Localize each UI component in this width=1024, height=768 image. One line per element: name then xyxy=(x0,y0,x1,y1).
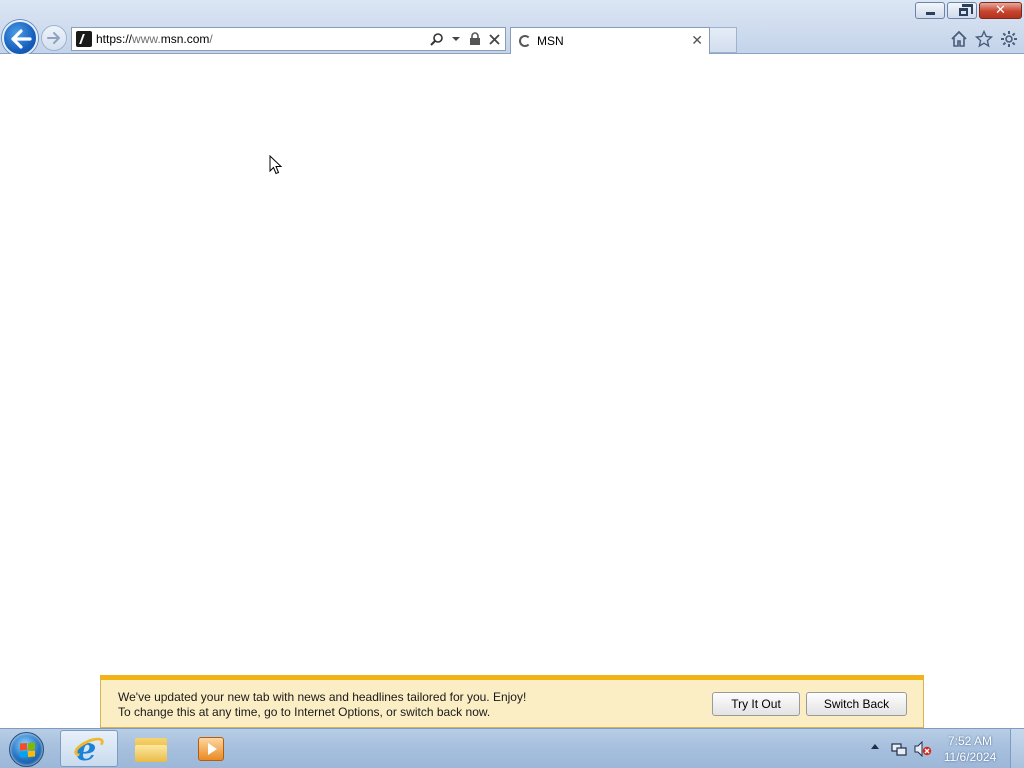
tab-msn[interactable]: MSN ✕ xyxy=(510,27,710,54)
stop-icon[interactable] xyxy=(487,31,501,47)
browser-chrome: ✕ https://www.msn.com/ MSN ✕ xyxy=(0,0,1024,56)
new-tab-button[interactable] xyxy=(710,27,737,53)
system-clock[interactable]: 7:52 AM 11/6/2024 xyxy=(940,733,1000,765)
back-arrow-icon xyxy=(11,29,32,49)
notification-line-1: We've updated your new tab with news and… xyxy=(118,690,527,704)
close-icon: ✕ xyxy=(995,3,1006,18)
taskbar-media-player[interactable] xyxy=(182,730,240,767)
address-url[interactable]: https://www.msn.com/ xyxy=(96,32,213,46)
internet-explorer-icon: e xyxy=(71,730,107,768)
minimize-icon xyxy=(925,12,935,15)
settings-gear-icon[interactable] xyxy=(999,29,1018,48)
new-tab-notification-bar: We've updated your new tab with news and… xyxy=(100,675,924,728)
notification-line-2: To change this at any time, go to Intern… xyxy=(118,705,491,719)
url-host: msn.com xyxy=(160,32,210,46)
address-bar[interactable]: https://www.msn.com/ xyxy=(71,27,506,51)
show-hidden-icons-arrow-icon[interactable] xyxy=(871,744,879,749)
restore-button[interactable] xyxy=(947,2,977,19)
msn-site-icon xyxy=(76,31,92,47)
tab-title: MSN xyxy=(537,34,564,48)
clock-date: 11/6/2024 xyxy=(943,750,997,764)
back-button[interactable] xyxy=(2,20,38,56)
url-path: / xyxy=(209,32,213,46)
taskbar-windows-explorer[interactable] xyxy=(122,730,180,767)
clock-time: 7:52 AM xyxy=(947,734,993,748)
address-tools xyxy=(430,31,501,47)
page-content xyxy=(0,54,1024,728)
forward-button[interactable] xyxy=(41,25,67,51)
favorites-star-icon[interactable] xyxy=(974,29,993,48)
taskbar-internet-explorer[interactable]: e xyxy=(60,730,118,768)
dropdown-arrow-icon[interactable] xyxy=(449,31,463,47)
system-tray: 7:52 AM 11/6/2024 xyxy=(844,729,1024,768)
window-controls: ✕ xyxy=(915,2,1022,19)
loading-spinner-icon xyxy=(519,35,531,47)
network-icon[interactable] xyxy=(891,741,907,757)
restore-icon xyxy=(958,3,973,16)
search-icon[interactable] xyxy=(430,31,444,47)
volume-muted-icon[interactable] xyxy=(914,741,932,757)
tab-close-icon[interactable]: ✕ xyxy=(691,32,703,49)
folder-icon xyxy=(135,736,167,762)
url-host-prefix: www. xyxy=(132,32,161,46)
notification-message: We've updated your new tab with news and… xyxy=(118,690,526,720)
start-button[interactable] xyxy=(5,731,47,767)
close-window-button[interactable]: ✕ xyxy=(979,2,1022,19)
windows-logo-icon xyxy=(9,732,44,767)
show-desktop-button[interactable] xyxy=(1010,729,1024,768)
minimize-button[interactable] xyxy=(915,2,945,19)
url-scheme: https:// xyxy=(96,32,133,46)
taskbar: e 7:52 AM 11/6/2024 xyxy=(0,728,1024,768)
forward-arrow-icon xyxy=(47,32,60,44)
lock-icon[interactable] xyxy=(468,31,482,47)
browser-right-tools xyxy=(949,29,1018,48)
try-it-out-button[interactable]: Try It Out xyxy=(712,692,800,716)
switch-back-button[interactable]: Switch Back xyxy=(806,692,907,716)
mouse-cursor-icon xyxy=(269,155,283,175)
media-player-icon xyxy=(198,736,224,761)
home-icon[interactable] xyxy=(949,29,968,48)
